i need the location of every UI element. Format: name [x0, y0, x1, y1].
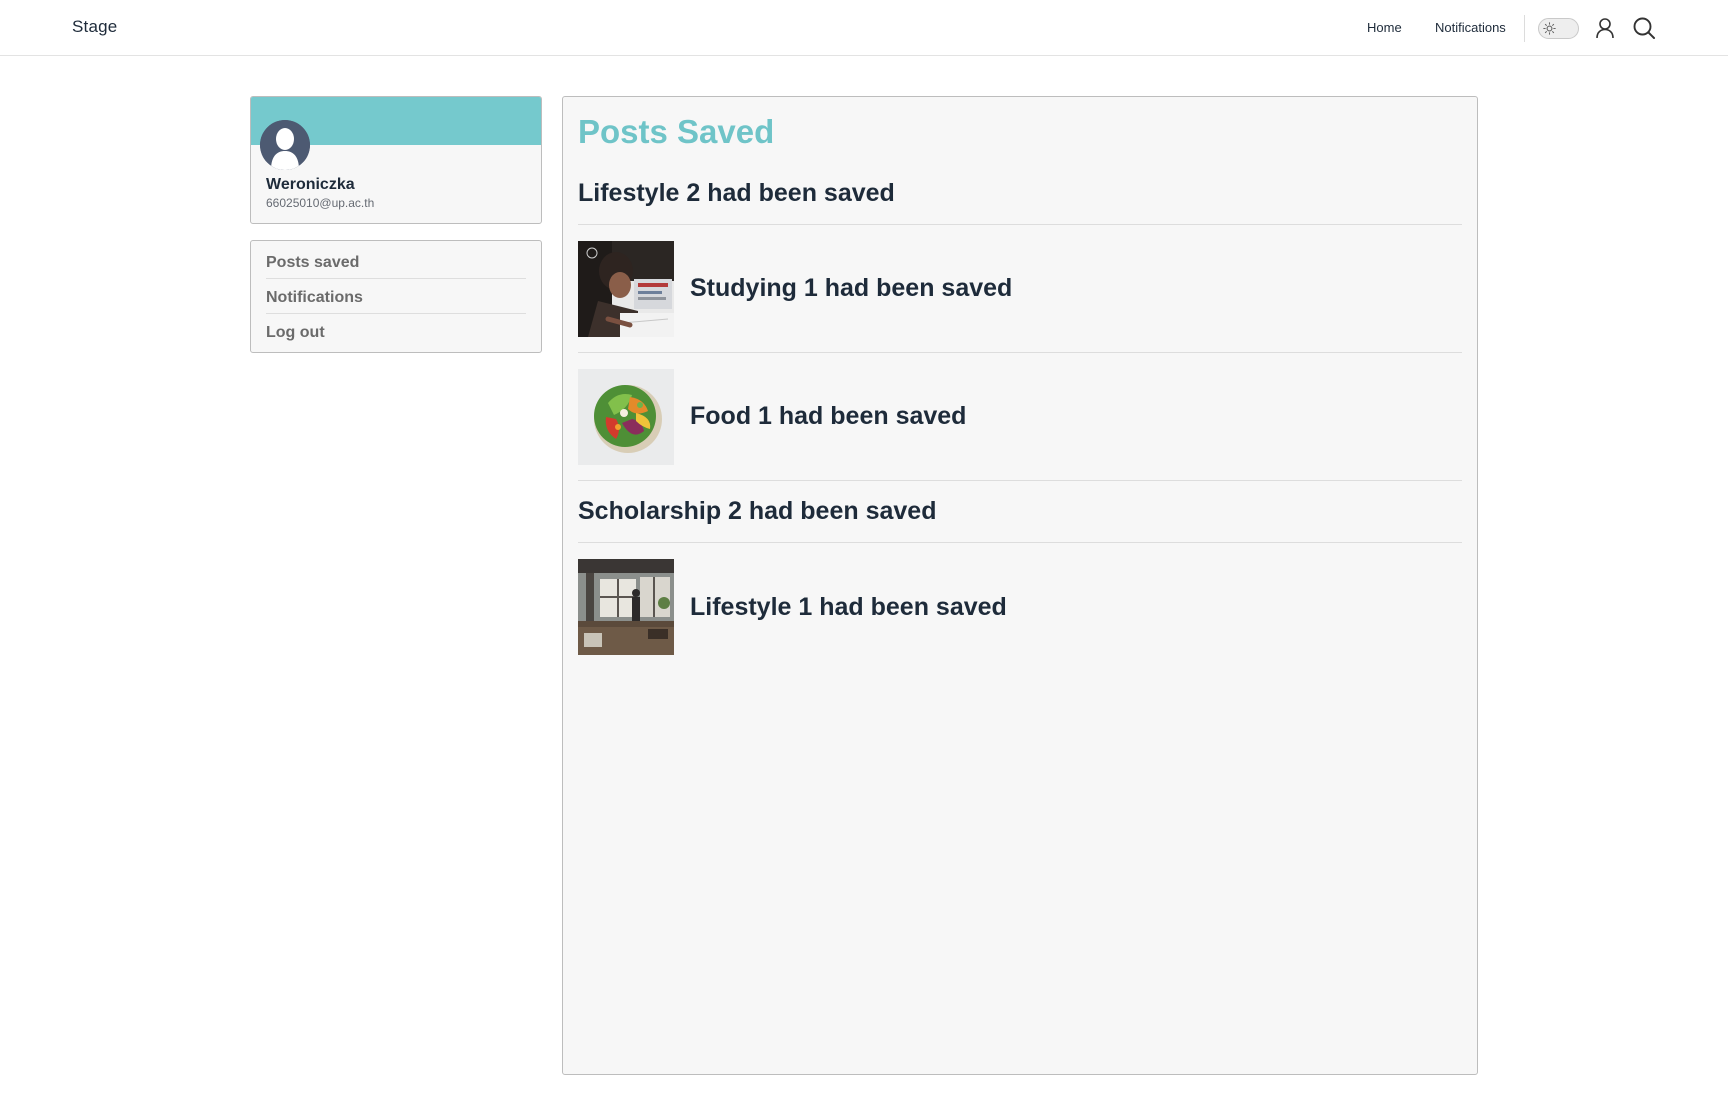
profile-name: Weroniczka — [266, 176, 355, 193]
saved-item-label: Lifestyle 1 had been saved — [690, 592, 1007, 621]
brand-logo[interactable]: Stage — [72, 17, 117, 37]
side-menu: Posts saved Notifications Log out — [250, 240, 542, 353]
avatar[interactable] — [260, 120, 310, 170]
saved-item-label: Food 1 had been saved — [690, 402, 967, 430]
nav-notifications-link[interactable]: Notifications — [1435, 20, 1506, 35]
nav-home-link[interactable]: Home — [1367, 20, 1402, 35]
saved-item-with-image[interactable]: Lifestyle 1 had been saved — [578, 543, 1462, 671]
saved-item-text[interactable]: Lifestyle 2 had been saved — [578, 163, 1462, 225]
saved-posts-panel: Posts Saved Lifestyle 2 had been saved S… — [562, 96, 1478, 1075]
saved-item-with-image[interactable]: Studying 1 had been saved — [578, 225, 1462, 353]
top-navbar: Stage Home Notifications — [0, 0, 1728, 56]
page-title: Posts Saved — [578, 113, 775, 150]
sun-icon — [1542, 21, 1557, 36]
menu-item-posts-saved[interactable]: Posts saved — [266, 244, 526, 279]
menu-item-notifications[interactable]: Notifications — [266, 279, 526, 314]
saved-posts-list: Lifestyle 2 had been saved Studying 1 ha… — [578, 163, 1462, 671]
profile-card: Weroniczka 66025010@up.ac.th — [250, 96, 542, 224]
food-bowl-photo[interactable] — [578, 368, 674, 465]
profile-email: 66025010@up.ac.th — [266, 196, 375, 210]
menu-item-log-out[interactable]: Log out — [266, 314, 526, 349]
saved-item-text[interactable]: Scholarship 2 had been saved — [578, 481, 1462, 543]
user-icon[interactable] — [1593, 16, 1617, 40]
room-interior-photo[interactable] — [578, 559, 674, 655]
saved-item-label: Studying 1 had been saved — [690, 274, 1013, 302]
search-icon[interactable] — [1632, 16, 1656, 40]
saved-item-with-image[interactable]: Food 1 had been saved — [578, 353, 1462, 481]
studying-photo[interactable] — [578, 240, 674, 337]
nav-divider — [1524, 15, 1525, 42]
theme-toggle[interactable] — [1538, 18, 1579, 39]
